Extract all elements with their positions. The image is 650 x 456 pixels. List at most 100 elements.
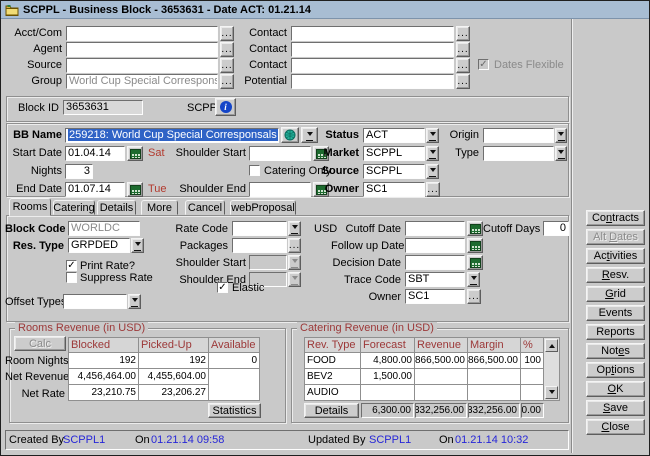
statistics-button[interactable]: Statistics xyxy=(208,403,261,418)
origin-dropdown-button[interactable] xyxy=(555,128,567,143)
catering-row-bev2-revenue[interactable] xyxy=(414,368,468,385)
property-info-button[interactable]: i xyxy=(215,98,236,116)
contact3-input[interactable] xyxy=(291,58,454,73)
start-date-calendar-button[interactable] xyxy=(127,146,143,161)
details-button[interactable]: Details xyxy=(304,403,359,418)
col-header-available: Available xyxy=(208,337,260,353)
catering-only-checkbox[interactable] xyxy=(249,165,260,176)
translate-globe-button[interactable] xyxy=(281,127,299,143)
tab-details[interactable]: Details xyxy=(97,200,136,215)
end-date-input[interactable]: 01.07.14 xyxy=(65,182,125,197)
suppress-rate-checkbox[interactable] xyxy=(66,272,77,283)
contracts-button[interactable]: Contracts xyxy=(586,210,645,226)
res-type-input[interactable]: GRPDED xyxy=(68,238,130,253)
catering-row-audio-pct[interactable] xyxy=(520,384,544,401)
start-date-input[interactable]: 01.04.14 xyxy=(65,146,125,161)
rooms-owner-ellipsis-button[interactable] xyxy=(467,289,481,304)
window-titlebar[interactable]: SCPPL - Business Block - 3653631 - Date … xyxy=(1,1,649,19)
ok-button[interactable]: OK xyxy=(586,381,645,397)
type-dropdown-button[interactable] xyxy=(555,146,567,161)
bb-owner-input[interactable]: SC1 xyxy=(363,182,425,197)
label-part: Co xyxy=(592,212,606,224)
bb-source-dropdown-button[interactable] xyxy=(426,164,439,179)
contact1-ellipsis-button[interactable] xyxy=(456,26,470,41)
potential-ellipsis-button[interactable] xyxy=(456,74,470,89)
options-button[interactable]: Options xyxy=(586,362,645,378)
catering-row-food-forecast[interactable]: 4,800.00 xyxy=(360,352,415,369)
bb-name-dropdown-button[interactable] xyxy=(301,127,318,143)
bb-name-input[interactable]: 259218: World Cup Special Corresponsals xyxy=(65,128,279,143)
catering-row-audio-forecast[interactable] xyxy=(360,384,415,401)
cutoff-date-calendar-button[interactable] xyxy=(467,221,483,236)
grid-button[interactable]: Grid xyxy=(586,286,645,302)
events-button[interactable]: Events xyxy=(586,305,645,321)
rooms-owner-input[interactable]: SC1 xyxy=(405,289,465,304)
tab-more[interactable]: More xyxy=(141,200,178,215)
decision-date-input[interactable] xyxy=(405,255,465,270)
bb-owner-ellipsis-button[interactable] xyxy=(426,182,440,197)
market-input[interactable]: SCPPL xyxy=(363,146,425,161)
trace-code-input[interactable]: SBT xyxy=(405,272,465,287)
cutoff-date-input[interactable] xyxy=(405,221,465,236)
catering-scrollbar[interactable] xyxy=(543,337,560,401)
catering-row-bev2-forecast[interactable]: 1,500.00 xyxy=(360,368,415,385)
catering-row-audio-margin[interactable] xyxy=(467,384,521,401)
shoulder-start-input[interactable] xyxy=(249,146,311,161)
contact3-ellipsis-button[interactable] xyxy=(456,58,470,73)
activities-button[interactable]: Activities xyxy=(586,248,645,264)
label-part: s xyxy=(624,345,630,357)
reports-button[interactable]: Reports xyxy=(586,324,645,340)
catering-row-food-revenue[interactable]: 9,866,500.00 xyxy=(414,352,468,369)
offset-types-dropdown-button[interactable] xyxy=(128,294,141,309)
catering-row-food-type[interactable]: FOOD xyxy=(304,352,361,369)
catering-row-food-pct[interactable]: 100 xyxy=(520,352,544,369)
status-dropdown-button[interactable] xyxy=(426,128,439,143)
end-date-calendar-button[interactable] xyxy=(127,182,143,197)
rate-code-dropdown-button[interactable] xyxy=(288,221,301,236)
group-input: World Cup Special Corresponsals xyxy=(66,74,218,89)
offset-types-input[interactable] xyxy=(63,294,127,309)
tab-webproposal[interactable]: webProposal xyxy=(230,200,296,215)
contact1-input[interactable] xyxy=(291,26,454,41)
follow-up-calendar-button[interactable] xyxy=(467,238,483,253)
tab-rooms[interactable]: Rooms xyxy=(9,198,51,216)
contact2-ellipsis-button[interactable] xyxy=(456,42,470,57)
acct-com-input[interactable] xyxy=(66,26,218,41)
catering-row-audio-revenue[interactable] xyxy=(414,384,468,401)
packages-ellipsis-button[interactable] xyxy=(288,238,301,253)
potential-input[interactable] xyxy=(291,74,454,89)
follow-up-date-input[interactable] xyxy=(405,238,465,253)
rate-code-input[interactable] xyxy=(232,221,287,236)
catering-row-bev2-type[interactable]: BEV2 xyxy=(304,368,361,385)
bb-source-input[interactable]: SCPPL xyxy=(363,164,425,179)
close-button[interactable]: Close xyxy=(586,419,645,435)
resv-button[interactable]: Resv. xyxy=(586,267,645,283)
decision-calendar-button[interactable] xyxy=(467,255,483,270)
tab-catering[interactable]: Catering xyxy=(53,200,95,215)
print-rate-checkbox[interactable] xyxy=(66,260,77,271)
shoulder-end-input[interactable] xyxy=(249,182,311,197)
contact2-input[interactable] xyxy=(291,42,454,57)
source-input[interactable] xyxy=(66,58,218,73)
market-dropdown-button[interactable] xyxy=(426,146,439,161)
catering-row-bev2-pct[interactable] xyxy=(520,368,544,385)
cutoff-days-input[interactable]: 0 xyxy=(543,221,569,236)
trace-code-dropdown-button[interactable] xyxy=(467,272,480,287)
save-button[interactable]: Save xyxy=(586,400,645,416)
status-input[interactable]: ACT xyxy=(363,128,425,143)
catering-row-audio-type[interactable]: AUDIO xyxy=(304,384,361,401)
notes-button[interactable]: Notes xyxy=(586,343,645,359)
nights-input[interactable]: 3 xyxy=(65,164,93,179)
origin-input[interactable] xyxy=(483,128,554,143)
res-type-dropdown-button[interactable] xyxy=(131,238,144,253)
scroll-up-button[interactable] xyxy=(545,339,558,352)
catering-row-food-margin[interactable]: 9,866,500.00 xyxy=(467,352,521,369)
packages-input[interactable] xyxy=(232,238,287,253)
type-input[interactable] xyxy=(483,146,554,161)
start-date-label: Start Date xyxy=(7,147,62,160)
tab-cancel[interactable]: Cancel xyxy=(185,200,225,215)
elastic-checkbox[interactable] xyxy=(217,282,228,293)
agent-input[interactable] xyxy=(66,42,218,57)
scroll-down-button[interactable] xyxy=(545,386,558,399)
catering-row-bev2-margin[interactable] xyxy=(467,368,521,385)
